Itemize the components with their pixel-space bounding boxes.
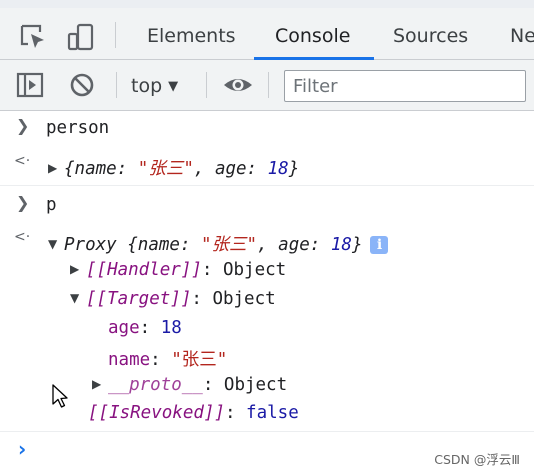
inspect-element-icon[interactable] (18, 22, 48, 52)
filter-input[interactable] (284, 70, 526, 102)
tab-elements[interactable]: Elements (147, 8, 236, 59)
object-preview-person[interactable]: ▶ {name: "张三", age: 18} (48, 155, 299, 180)
tab-console[interactable]: Console (275, 8, 350, 59)
tab-network[interactable]: Ne (510, 8, 534, 59)
toolbar-separator (116, 72, 117, 98)
devtools-tab-bar: Elements Console Sources Ne (0, 8, 534, 60)
property-is-revoked: [[IsRevoked]]: false (88, 403, 299, 423)
property-proto[interactable]: ▶ __proto__: Object (92, 375, 287, 395)
console-prompt-icon[interactable]: › (18, 437, 26, 461)
property-target[interactable]: ▼ [[Target]]: Object (70, 289, 276, 309)
info-icon[interactable]: i (370, 236, 389, 254)
input-chevron-icon: ❯ (16, 116, 30, 135)
show-sidebar-icon[interactable] (16, 72, 44, 98)
message-divider (0, 431, 534, 432)
toolbar-separator (268, 72, 269, 98)
collapse-triangle-icon[interactable]: ▼ (48, 237, 64, 251)
mouse-cursor-icon (52, 384, 68, 408)
expand-triangle-icon[interactable]: ▶ (70, 262, 86, 276)
live-expression-eye-icon[interactable] (222, 72, 254, 98)
console-input-line: person (46, 118, 110, 138)
device-toolbar-icon[interactable] (66, 22, 96, 52)
toolbar-separator (206, 72, 207, 98)
clear-console-icon[interactable] (68, 72, 96, 98)
context-selector-label: top (131, 75, 163, 97)
output-return-icon: <· (14, 229, 31, 245)
property-handler[interactable]: ▶ [[Handler]]: Object (70, 260, 286, 280)
property-target-name: name: "张三" (108, 350, 228, 370)
message-divider (0, 185, 534, 186)
tab-sources[interactable]: Sources (393, 8, 468, 59)
chevron-down-icon: ▼ (168, 79, 179, 94)
watermark: CSDN @浮云Ⅲ (434, 452, 520, 467)
input-chevron-icon: ❯ (16, 193, 30, 212)
expand-triangle-icon[interactable]: ▶ (48, 161, 64, 175)
expand-triangle-icon[interactable]: ▶ (92, 377, 108, 391)
property-target-age: age: 18 (108, 318, 182, 338)
console-messages: ❯ person <· ▶ {name: "张三", age: 18} ❯ p <… (0, 111, 534, 476)
console-input-line: p (46, 195, 57, 215)
output-return-icon: <· (14, 153, 31, 169)
object-preview-proxy[interactable]: ▼ Proxy {name: "张三", age: 18} i (48, 231, 389, 256)
context-selector[interactable]: top ▼ (131, 72, 178, 100)
tab-bar-separator (115, 22, 116, 48)
console-toolbar: top ▼ (0, 60, 534, 111)
collapse-triangle-icon[interactable]: ▼ (70, 291, 86, 305)
window-top-strip (0, 0, 534, 8)
